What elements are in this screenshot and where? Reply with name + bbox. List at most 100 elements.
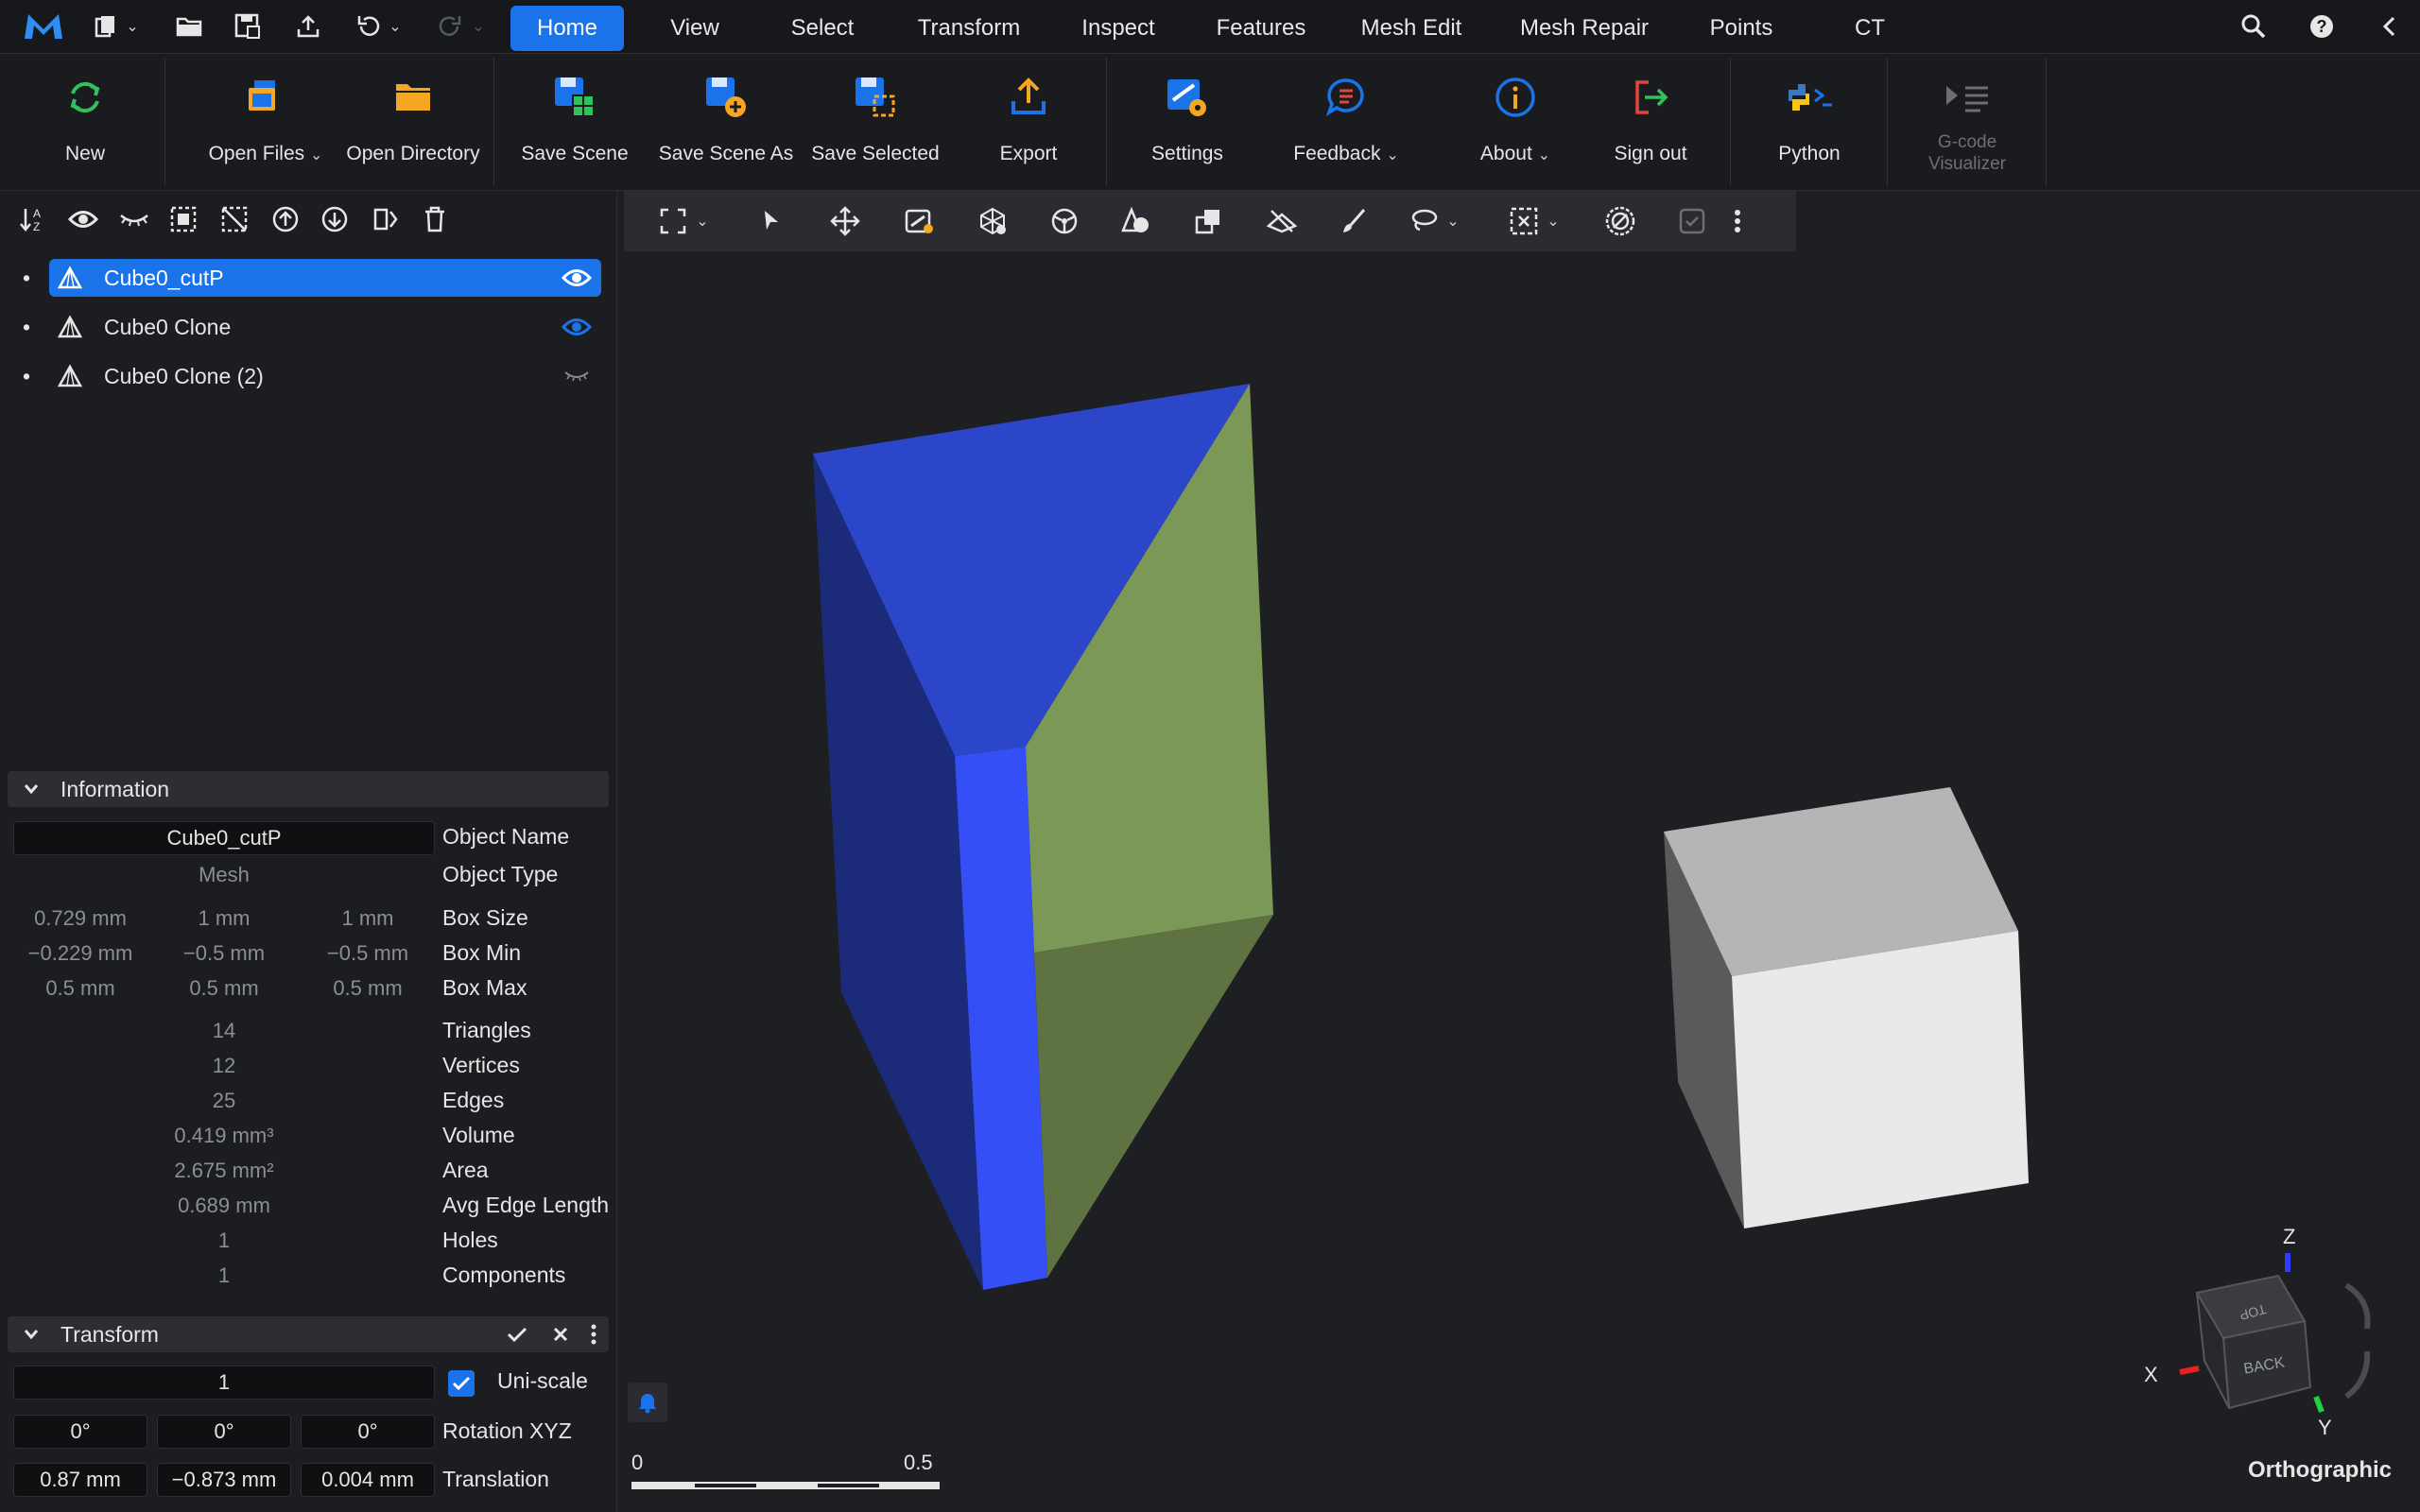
object-name-field[interactable]: Cube0_cutP (13, 821, 435, 855)
rotate-up-arrow-icon[interactable] (2344, 1282, 2371, 1330)
rotation-z-field[interactable]: 0° (301, 1415, 435, 1449)
tree-item-cube0-clone[interactable]: • Cube0 Clone (23, 308, 601, 346)
translation-x-field[interactable]: 0.87 mm (13, 1463, 147, 1497)
tree-item-cube0-cutp[interactable]: • Cube0_cutP (23, 259, 601, 297)
chevron-down-icon[interactable]: ⌄ (1538, 147, 1550, 163)
undo-icon[interactable] (352, 9, 386, 43)
lasso-icon[interactable] (1405, 202, 1443, 240)
projection-mode-label[interactable]: Orthographic (2248, 1457, 2392, 1484)
prism-mesh-cube0-cutp[interactable] (813, 384, 1273, 1290)
chevron-down-icon[interactable]: ⌄ (469, 9, 488, 43)
confirm-check-icon[interactable] (1673, 202, 1711, 240)
shapes-icon[interactable] (1117, 202, 1155, 240)
chevron-down-icon[interactable]: ⌄ (1443, 202, 1463, 240)
chevron-down-icon[interactable]: ⌄ (310, 147, 322, 163)
rotate-down-arrow-icon[interactable] (2344, 1350, 2371, 1400)
chevron-down-icon[interactable]: ⌄ (1543, 202, 1564, 240)
translation-y-field[interactable]: −0.873 mm (157, 1463, 291, 1497)
chevron-down-icon[interactable]: ⌄ (1386, 147, 1398, 163)
settings-button[interactable]: Settings (1140, 54, 1235, 190)
sign-out-button[interactable]: Sign out (1601, 54, 1700, 190)
tab-mesh-repair[interactable]: Mesh Repair (1509, 6, 1660, 51)
save-scene-button[interactable]: Save Scene (516, 54, 633, 190)
collapse-chevron-icon[interactable] (2373, 9, 2407, 43)
ribbon-divider (1887, 58, 1888, 186)
export-icon[interactable] (291, 9, 325, 43)
tab-features[interactable]: Features (1202, 6, 1320, 51)
save-scene-as-button[interactable]: Save Scene As (652, 54, 800, 190)
tab-inspect[interactable]: Inspect (1068, 6, 1168, 51)
tab-home[interactable]: Home (510, 6, 624, 51)
hide-all-eye-icon[interactable] (117, 202, 151, 236)
new-button[interactable]: New (38, 54, 132, 190)
deselect-all-icon[interactable] (217, 202, 251, 236)
save-scene-icon[interactable] (231, 9, 265, 43)
tab-transform[interactable]: Transform (903, 6, 1035, 51)
tab-select[interactable]: Select (775, 6, 870, 51)
more-vertical-icon[interactable] (1726, 202, 1749, 240)
steering-icon[interactable] (1046, 202, 1083, 240)
sort-az-icon[interactable]: AZ (17, 202, 51, 236)
chevron-down-icon[interactable]: ⌄ (386, 9, 405, 43)
visibility-eye-icon[interactable] (562, 317, 592, 337)
hidden-eye-icon[interactable] (563, 369, 590, 384)
show-all-eye-icon[interactable] (66, 202, 100, 236)
plane-cut-icon[interactable] (1263, 202, 1301, 240)
open-folder-icon[interactable] (172, 9, 206, 43)
tree-item-cube0-clone-2[interactable]: • Cube0 Clone (2) (23, 357, 601, 395)
tab-view[interactable]: View (652, 6, 737, 51)
apply-check-icon[interactable] (507, 1326, 527, 1343)
move-down-icon[interactable] (318, 202, 352, 236)
chevron-down-icon[interactable]: ⌄ (123, 9, 142, 43)
trash-icon[interactable] (418, 202, 452, 236)
triangles-value: 14 (212, 1019, 236, 1042)
visibility-eye-icon[interactable] (562, 267, 592, 288)
save-selected-button[interactable]: Save Selected (809, 54, 942, 190)
move-icon[interactable] (826, 202, 864, 240)
rotation-y-field[interactable]: 0° (157, 1415, 291, 1449)
open-files-button[interactable]: Open Files ⌄ (195, 54, 337, 190)
help-icon[interactable]: ? (2305, 9, 2339, 43)
information-section-header[interactable]: Information (8, 771, 609, 807)
translation-z-field[interactable]: 0.004 mm (301, 1463, 435, 1497)
gcode-visualizer-button[interactable]: G-code Visualizer (1906, 54, 2029, 190)
open-files-icon (241, 73, 290, 122)
select-all-icon[interactable] (166, 202, 200, 236)
box-select-icon[interactable] (1505, 202, 1543, 240)
open-directory-button[interactable]: Open Directory (344, 54, 482, 190)
search-icon[interactable] (2237, 9, 2271, 43)
uniscale-checkbox[interactable] (448, 1370, 475, 1397)
pointer-icon[interactable] (752, 202, 790, 240)
mesh-icon (57, 364, 83, 388)
tab-mesh-edit[interactable]: Mesh Edit (1350, 6, 1473, 51)
python-button[interactable]: Python (1762, 54, 1857, 190)
more-vertical-icon[interactable] (590, 1324, 597, 1345)
disable-icon[interactable] (1601, 202, 1639, 240)
about-button[interactable]: About ⌄ (1463, 54, 1567, 190)
ribbon-toolbar: New Open Files ⌄ Open Directory Save Sce… (0, 54, 2420, 191)
mesh-settings-icon[interactable] (974, 202, 1011, 240)
app-logo-icon[interactable] (23, 9, 64, 43)
feedback-button[interactable]: Feedback ⌄ (1286, 54, 1407, 190)
transform-section-header[interactable]: Transform (8, 1316, 609, 1352)
export-button[interactable]: Export (983, 54, 1074, 190)
flip-icon[interactable] (369, 202, 403, 236)
cube-mesh-cube0-clone[interactable] (1664, 787, 2029, 1228)
view-cube-widget[interactable]: TOP BACK Z X Y (2136, 1219, 2382, 1446)
brush-icon[interactable] (1335, 202, 1373, 240)
rotation-x-field[interactable]: 0° (13, 1415, 147, 1449)
chevron-down-icon[interactable]: ⌄ (692, 202, 713, 240)
chevron-down-icon (23, 1328, 40, 1341)
scale-field[interactable]: 1 (13, 1366, 435, 1400)
notifications-button[interactable] (628, 1383, 667, 1422)
folder-icon (389, 73, 438, 122)
duplicate-icon[interactable] (1189, 202, 1227, 240)
redo-icon[interactable] (433, 9, 467, 43)
edit-color-icon[interactable] (900, 202, 938, 240)
reset-x-icon[interactable] (552, 1326, 569, 1343)
fit-view-icon[interactable] (654, 202, 692, 240)
tab-points[interactable]: Points (1694, 6, 1789, 51)
tab-ct[interactable]: CT (1843, 6, 1896, 51)
new-file-icon[interactable] (89, 9, 123, 43)
move-up-icon[interactable] (268, 202, 302, 236)
